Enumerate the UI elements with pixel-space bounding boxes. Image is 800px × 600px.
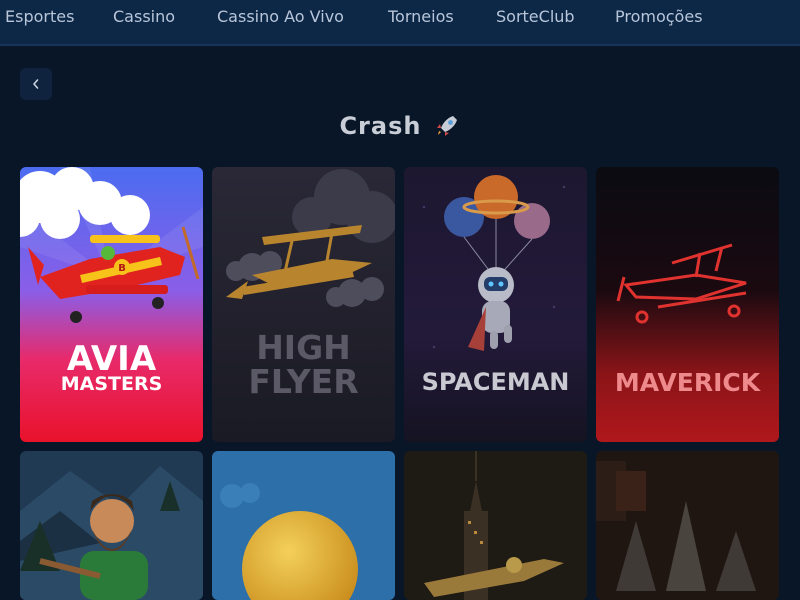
page-title-row: Crash <box>0 108 800 144</box>
nav-item-cassino[interactable]: Cassino <box>113 0 175 36</box>
game-title-line1: AVIA <box>66 339 157 379</box>
nav-item-sorteclub[interactable]: SorteClub <box>496 0 575 36</box>
maverick-artwork <box>596 167 779 442</box>
back-button[interactable] <box>20 68 52 100</box>
game-card-avia-masters[interactable]: B AVIA MASTERS <box>20 167 203 442</box>
nav-item-torneios[interactable]: Torneios <box>388 0 454 36</box>
game-card-balloon[interactable] <box>212 451 395 600</box>
nav-item-cassino-ao-vivo[interactable]: Cassino Ao Vivo <box>217 0 344 36</box>
svg-text:B: B <box>118 263 126 274</box>
game-card-high-flyer[interactable]: HIGH FLYER <box>212 167 395 442</box>
nav-item-promocoes[interactable]: Promoções <box>615 0 703 36</box>
game-title-line2: FLYER <box>248 362 359 401</box>
game-card-lumberjack[interactable] <box>20 451 203 600</box>
game-card-city-plane[interactable] <box>404 451 587 600</box>
game-card-jets[interactable] <box>596 451 779 600</box>
nav-item-esportes[interactable]: Esportes <box>5 0 74 36</box>
game-card-spaceman[interactable]: SPACEMAN <box>404 167 587 442</box>
balloon-artwork <box>212 451 395 600</box>
chevron-left-icon <box>33 79 39 89</box>
page-title: Crash <box>339 112 422 140</box>
rocket-icon <box>436 116 457 136</box>
jets-artwork <box>596 451 779 600</box>
game-title-line1: SPACEMAN <box>421 368 570 396</box>
game-title-line1: MAVERICK <box>614 368 761 397</box>
city-plane-artwork <box>404 451 587 600</box>
avia-masters-artwork: B <box>20 167 203 442</box>
spaceman-artwork <box>404 167 587 442</box>
game-title-line1: HIGH <box>256 328 351 367</box>
lumberjack-artwork <box>20 451 203 600</box>
game-title-line2: MASTERS <box>60 373 163 395</box>
game-card-maverick[interactable]: MAVERICK <box>596 167 779 442</box>
top-navigation: Esportes Cassino Cassino Ao Vivo Torneio… <box>0 0 800 44</box>
